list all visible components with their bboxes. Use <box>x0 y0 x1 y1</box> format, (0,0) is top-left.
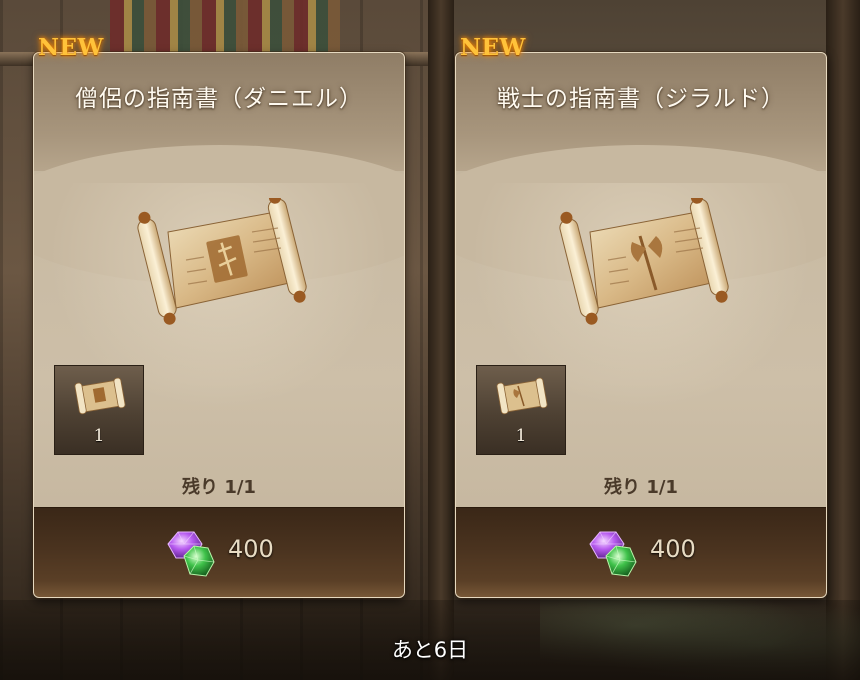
new-badge: NEW <box>460 34 526 61</box>
remaining-stock: 残り 1/1 <box>182 477 256 498</box>
purchase-button[interactable]: 400 <box>34 507 404 597</box>
item-quantity: 1 <box>515 426 527 446</box>
new-badge: NEW <box>38 34 104 61</box>
cleric-scroll-icon <box>130 191 310 328</box>
background-bookshelf <box>110 0 340 52</box>
warrior-scroll-icon <box>552 191 732 328</box>
gem-icon <box>589 531 637 577</box>
time-remaining-label: あと6日 <box>391 638 469 662</box>
gem-icon <box>167 531 215 577</box>
offer-card-cleric-guide[interactable]: 僧侶の指南書（ダニエル） 1 残り 1/1 400 <box>33 52 405 598</box>
background-pillar <box>428 0 454 680</box>
purchase-button[interactable]: 400 <box>456 507 826 597</box>
remaining-stock: 残り 1/1 <box>604 477 678 498</box>
item-quantity: 1 <box>93 426 105 446</box>
offer-title: 僧侶の指南書（ダニエル） <box>75 86 363 112</box>
warrior-scroll-icon <box>496 377 548 415</box>
offer-title: 戦士の指南書（ジラルド） <box>497 86 785 112</box>
reward-item-slot[interactable]: 1 <box>54 365 144 455</box>
price-value: 400 <box>650 535 696 563</box>
price-value: 400 <box>228 535 274 563</box>
offer-card-warrior-guide[interactable]: 戦士の指南書（ジラルド） 1 残り 1/1 400 <box>455 52 827 598</box>
cleric-scroll-icon <box>74 377 126 415</box>
background-pillar <box>826 0 860 680</box>
reward-item-slot[interactable]: 1 <box>476 365 566 455</box>
